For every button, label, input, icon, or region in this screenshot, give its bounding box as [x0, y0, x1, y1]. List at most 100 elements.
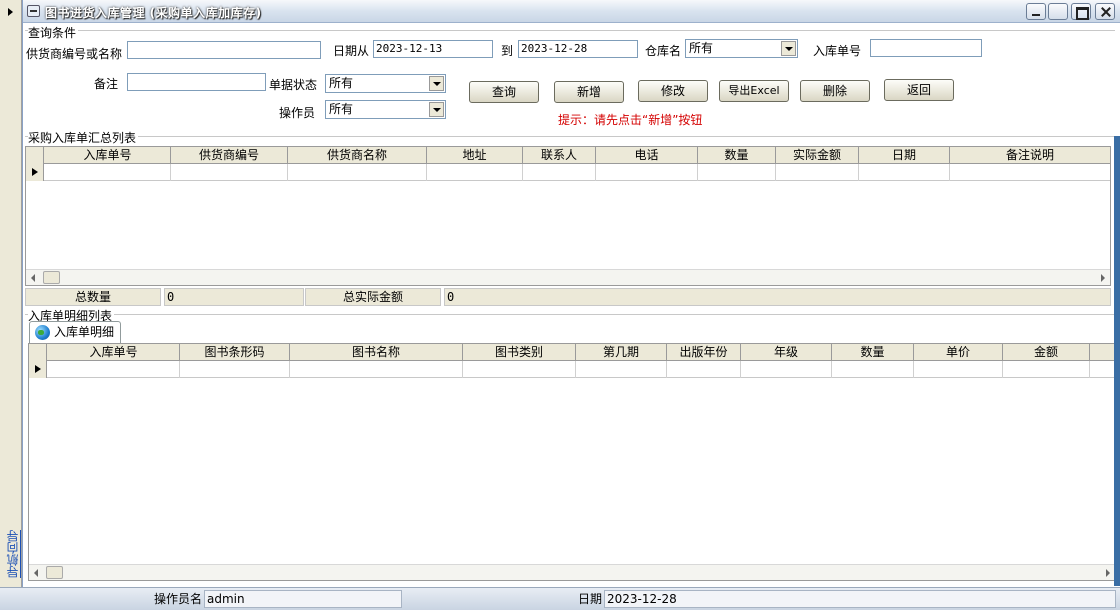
operator-select[interactable]: 所有 — [325, 100, 446, 119]
export-excel-button[interactable]: 导出Excel — [719, 80, 789, 102]
table-cell[interactable] — [776, 164, 859, 181]
date-to-input[interactable]: 2023-12-28 — [518, 40, 638, 58]
operator-label: 操作员 — [279, 106, 316, 120]
table-cell[interactable] — [576, 361, 667, 378]
table-cell[interactable] — [48, 361, 180, 378]
desktop-edge — [1114, 136, 1120, 586]
delete-button[interactable]: 删除 — [800, 80, 870, 102]
scroll-left-icon[interactable] — [31, 274, 35, 282]
scroll-left-icon[interactable] — [34, 569, 38, 577]
table-cell[interactable] — [698, 164, 776, 181]
chevron-down-icon[interactable] — [429, 102, 444, 117]
column-header[interactable]: 实际金额 — [776, 147, 859, 164]
column-header[interactable]: 第几期 — [576, 344, 667, 361]
table-cell[interactable] — [741, 361, 832, 378]
tab-inbound-detail[interactable]: 入库单明细 — [29, 321, 121, 343]
form-content: 查询条件 供货商编号或名称 日期从 2023-12-13 到 2023-12-2… — [23, 24, 1120, 587]
column-header[interactable]: 数量 — [832, 344, 914, 361]
column-header-filler — [1090, 344, 1115, 361]
add-button[interactable]: 新增 — [554, 81, 624, 103]
table-cell[interactable] — [45, 164, 171, 181]
nav-wizard-link[interactable]: 导航向导 — [4, 530, 20, 578]
detail-corner-cell — [29, 344, 47, 361]
column-header[interactable]: 图书名称 — [290, 344, 463, 361]
supplier-input[interactable] — [127, 41, 321, 59]
inbound-no-input[interactable] — [870, 39, 982, 57]
column-header[interactable]: 供货商编号 — [171, 147, 288, 164]
query-group-line — [25, 30, 1115, 31]
status-bar: 操作员名 admin 日期 2023-12-28 — [0, 587, 1120, 610]
date-from-label: 日期从 — [333, 44, 370, 58]
column-header[interactable]: 图书条形码 — [180, 344, 290, 361]
column-header[interactable]: 入库单号 — [48, 344, 180, 361]
column-header[interactable]: 金额 — [1003, 344, 1090, 361]
inbound-no-label: 入库单号 — [813, 44, 862, 58]
date-to-label: 到 — [501, 44, 514, 58]
window-title: 图书进货入库管理 (采购单入库加库存) — [45, 6, 262, 20]
scroll-right-icon[interactable] — [1106, 569, 1110, 577]
globe-icon — [35, 325, 50, 340]
detail-group-line — [25, 314, 1115, 315]
expand-arrow-icon[interactable] — [8, 8, 13, 16]
detail-hscrollbar[interactable] — [29, 564, 1115, 580]
column-header[interactable]: 入库单号 — [45, 147, 171, 164]
close-button[interactable] — [1095, 3, 1115, 20]
chevron-down-icon[interactable] — [781, 41, 796, 56]
minimize-button[interactable] — [1026, 3, 1046, 20]
scroll-thumb[interactable] — [43, 271, 60, 284]
summary-corner-cell — [26, 147, 44, 164]
table-cell[interactable] — [832, 361, 914, 378]
scroll-right-icon[interactable] — [1101, 274, 1105, 282]
edit-button[interactable]: 修改 — [638, 80, 708, 102]
table-cell[interactable] — [914, 361, 1003, 378]
table-cell[interactable] — [463, 361, 576, 378]
table-cell[interactable] — [427, 164, 523, 181]
system-menu-icon[interactable] — [27, 5, 40, 17]
status-selected: 所有 — [329, 76, 354, 90]
summary-grid[interactable]: 入库单号 供货商编号 供货商名称 地址 联系人 电话 数量 实际金额 日期 备注… — [25, 146, 1111, 286]
column-header[interactable]: 日期 — [859, 147, 950, 164]
column-header[interactable]: 单价 — [914, 344, 1003, 361]
summary-hscrollbar[interactable] — [26, 269, 1110, 285]
total-amount-label: 总实际金额 — [305, 288, 441, 306]
maximize-button[interactable] — [1071, 3, 1091, 20]
table-row[interactable] — [26, 164, 1110, 181]
status-select[interactable]: 所有 — [325, 74, 446, 93]
remark-input[interactable] — [127, 73, 266, 91]
column-header[interactable]: 供货商名称 — [288, 147, 427, 164]
table-cell[interactable] — [290, 361, 463, 378]
table-cell[interactable] — [596, 164, 698, 181]
column-header[interactable]: 联系人 — [523, 147, 596, 164]
column-header[interactable]: 出版年份 — [667, 344, 741, 361]
remark-label: 备注 — [94, 77, 119, 91]
column-header[interactable]: 地址 — [427, 147, 523, 164]
column-header[interactable]: 数量 — [698, 147, 776, 164]
query-group-label: 查询条件 — [28, 24, 79, 41]
table-cell[interactable] — [667, 361, 741, 378]
table-cell[interactable] — [171, 164, 288, 181]
status-label: 单据状态 — [269, 78, 318, 92]
back-button[interactable]: 返回 — [884, 79, 954, 101]
column-header[interactable]: 电话 — [596, 147, 698, 164]
detail-grid[interactable]: 入库单号 图书条形码 图书名称 图书类别 第几期 出版年份 年级 数量 单价 金… — [28, 343, 1116, 581]
date-from-input[interactable]: 2023-12-13 — [373, 40, 493, 58]
row-indicator-icon — [26, 164, 44, 181]
query-button[interactable]: 查询 — [469, 81, 539, 103]
total-qty-value: 0 — [164, 288, 304, 306]
column-header[interactable]: 图书类别 — [463, 344, 576, 361]
scroll-thumb[interactable] — [46, 566, 63, 579]
nav-strip: 导航向导 — [0, 0, 22, 587]
table-cell[interactable] — [180, 361, 290, 378]
chevron-down-icon[interactable] — [429, 76, 444, 91]
table-cell[interactable] — [288, 164, 427, 181]
column-header[interactable]: 年级 — [741, 344, 832, 361]
table-row[interactable] — [29, 361, 1115, 378]
table-cell[interactable] — [523, 164, 596, 181]
column-header[interactable]: 备注说明 — [950, 147, 1110, 164]
detail-grid-header: 入库单号 图书条形码 图书名称 图书类别 第几期 出版年份 年级 数量 单价 金… — [29, 344, 1115, 361]
hint-text: 提示：请先点击“新增”按钮 — [558, 113, 703, 127]
warehouse-select[interactable]: 所有 — [685, 39, 798, 58]
restore-button[interactable] — [1048, 3, 1068, 20]
table-cell[interactable] — [859, 164, 950, 181]
table-cell[interactable] — [1003, 361, 1090, 378]
